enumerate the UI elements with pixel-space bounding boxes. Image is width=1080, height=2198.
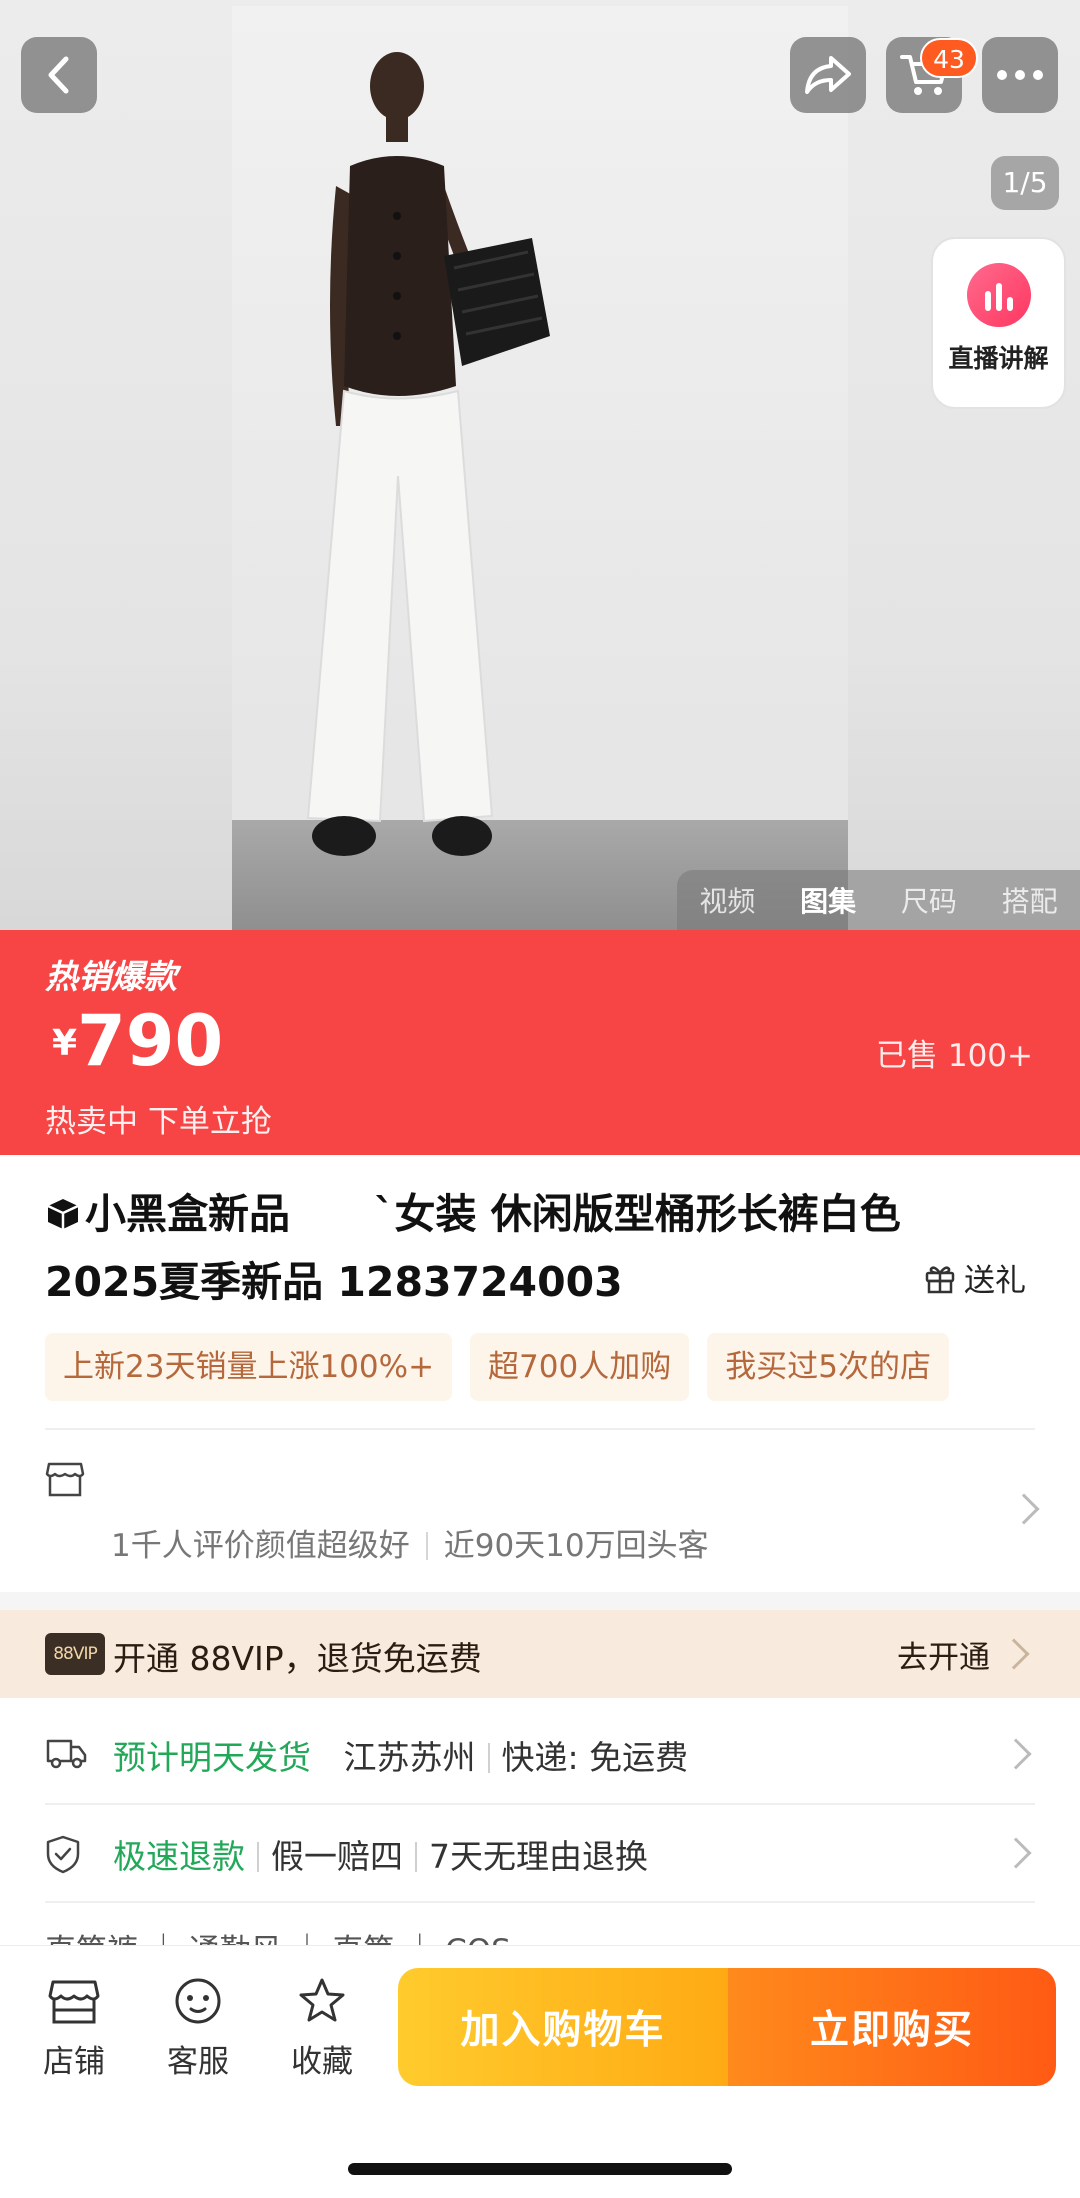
ship-origin: 江苏苏州	[343, 1738, 476, 1777]
price-value: 790	[77, 1000, 224, 1082]
truck-icon	[46, 1739, 87, 1769]
attribute-row[interactable]: 直筒裤 ｜ 通勤风 ｜ 直筒 ｜ COS	[45, 1925, 511, 1947]
store-stats: 1千人评价颜值超级好 近90天10万回头客	[111, 1520, 709, 1565]
store-repeat: 近90天10万回头客	[443, 1528, 709, 1564]
refund-row[interactable]: 极速退款 假一赔四 7天无理由退换	[45, 1804, 1035, 1902]
tab-gallery[interactable]: 图集	[778, 880, 879, 920]
shop-label: 店铺	[43, 2044, 105, 2080]
refund-7day: 7天无理由退换	[429, 1837, 648, 1876]
price-banner: 热销爆款 ¥790 已售 100+ 热卖中 下单立抢	[0, 930, 1080, 1155]
chevron-right-icon	[1008, 1493, 1040, 1525]
vip-badge: 88VIP	[45, 1633, 105, 1675]
tab-size[interactable]: 尺码	[879, 880, 980, 920]
brand-label: 小黑盒新品	[85, 1190, 290, 1238]
hot-sale-tag: 热销爆款	[45, 957, 177, 996]
customer-service-icon	[175, 1978, 221, 2024]
ship-eta: 预计明天发货	[113, 1738, 311, 1777]
refund-fake-comp: 假一赔四	[271, 1837, 403, 1876]
refund-fast: 极速退款	[113, 1837, 245, 1876]
ship-fee: 快递: 免运费	[501, 1738, 689, 1777]
shop-tab[interactable]: 店铺	[26, 1976, 122, 2081]
service-tab[interactable]: 客服	[150, 1976, 246, 2081]
tag-sales-growth: 上新23天销量上涨100%+	[45, 1333, 453, 1401]
title-line1: `女装 休闲版型桶形长裤白色	[374, 1190, 901, 1238]
shipping-row[interactable]: 预计明天发货 江苏苏州 快递: 免运费	[45, 1705, 1035, 1803]
buy-now-button[interactable]: 立即购买	[728, 1968, 1056, 2086]
share-icon	[805, 56, 851, 94]
back-button[interactable]	[21, 37, 97, 113]
live-explain-button[interactable]: 直播讲解	[931, 237, 1066, 409]
favorite-tab[interactable]: 收藏	[274, 1976, 370, 2081]
gift-button[interactable]: 送礼	[924, 1255, 1026, 1300]
vip-row[interactable]: 88VIP 开通 88VIP，退货免运费 去开通	[0, 1610, 1080, 1698]
section-gap	[0, 1592, 1080, 1610]
live-icon	[966, 263, 1031, 327]
product-title: 小黑盒新品 `女装 休闲版型桶形长裤白色 2025夏季新品 1283724003	[45, 1180, 965, 1316]
media-tab-bar: 视频 图集 尺码 搭配	[677, 870, 1080, 930]
store-rating: 1千人评价颜值超级好	[111, 1528, 410, 1564]
chevron-right-icon	[1000, 1837, 1032, 1869]
more-button[interactable]	[982, 37, 1058, 113]
tab-video[interactable]: 视频	[677, 880, 778, 920]
gift-icon	[925, 1265, 955, 1293]
star-icon	[299, 1978, 345, 2022]
vip-text: 开通 88VIP，退货免运费	[113, 1639, 482, 1678]
share-button[interactable]	[790, 37, 866, 113]
live-label: 直播讲解	[948, 344, 1049, 373]
service-label: 客服	[167, 2044, 229, 2080]
selling-tags: 上新23天销量上涨100%+ 超700人加购 我买过5次的店	[45, 1333, 1035, 1401]
store-info-row[interactable]: 1千人评价颜值超级好 近90天10万回头客	[45, 1440, 1040, 1590]
home-indicator	[348, 2163, 732, 2175]
tab-outfit[interactable]: 搭配	[979, 880, 1080, 920]
add-to-cart-button[interactable]: 加入购物车	[398, 1968, 728, 2086]
shop-icon	[45, 1462, 85, 1497]
product-photo[interactable]	[232, 6, 848, 930]
refund-text: 极速退款 假一赔四 7天无理由退换	[113, 1830, 648, 1878]
shipping-text: 预计明天发货 江苏苏州 快递: 免运费	[113, 1731, 688, 1779]
divider	[45, 1428, 1035, 1430]
model-illustration	[306, 52, 550, 856]
cart-count-badge: 43	[920, 38, 978, 78]
chevron-right-icon	[1000, 1738, 1032, 1770]
product-image-gallery[interactable]: 43 1/5 直播讲解 视频 图集 尺码 搭配	[0, 0, 1080, 930]
tag-cart-adds: 超700人加购	[470, 1333, 690, 1401]
title-line2: 2025夏季新品 1283724003	[45, 1258, 623, 1306]
price: ¥790	[52, 1000, 223, 1082]
sold-count: 已售 100+	[876, 1038, 1033, 1074]
chevron-left-icon	[48, 56, 69, 94]
divider	[45, 1901, 1035, 1903]
image-counter: 1/5	[991, 156, 1059, 210]
shield-icon	[46, 1835, 80, 1874]
box-icon	[47, 1199, 79, 1229]
vip-open-link[interactable]: 去开通	[897, 1632, 990, 1677]
bottom-action-bar: 店铺 客服 收藏 加入购物车 立即购买	[0, 1945, 1080, 2198]
tag-repeat-buy: 我买过5次的店	[707, 1333, 949, 1401]
store-icon	[48, 1980, 100, 2024]
more-dots-icon	[997, 70, 1043, 80]
gift-label: 送礼	[964, 1263, 1026, 1299]
promo-text: 热卖中 下单立抢	[45, 1104, 272, 1140]
currency-symbol: ¥	[52, 1023, 78, 1064]
favorite-label: 收藏	[291, 2044, 353, 2080]
chevron-right-icon	[998, 1638, 1030, 1670]
